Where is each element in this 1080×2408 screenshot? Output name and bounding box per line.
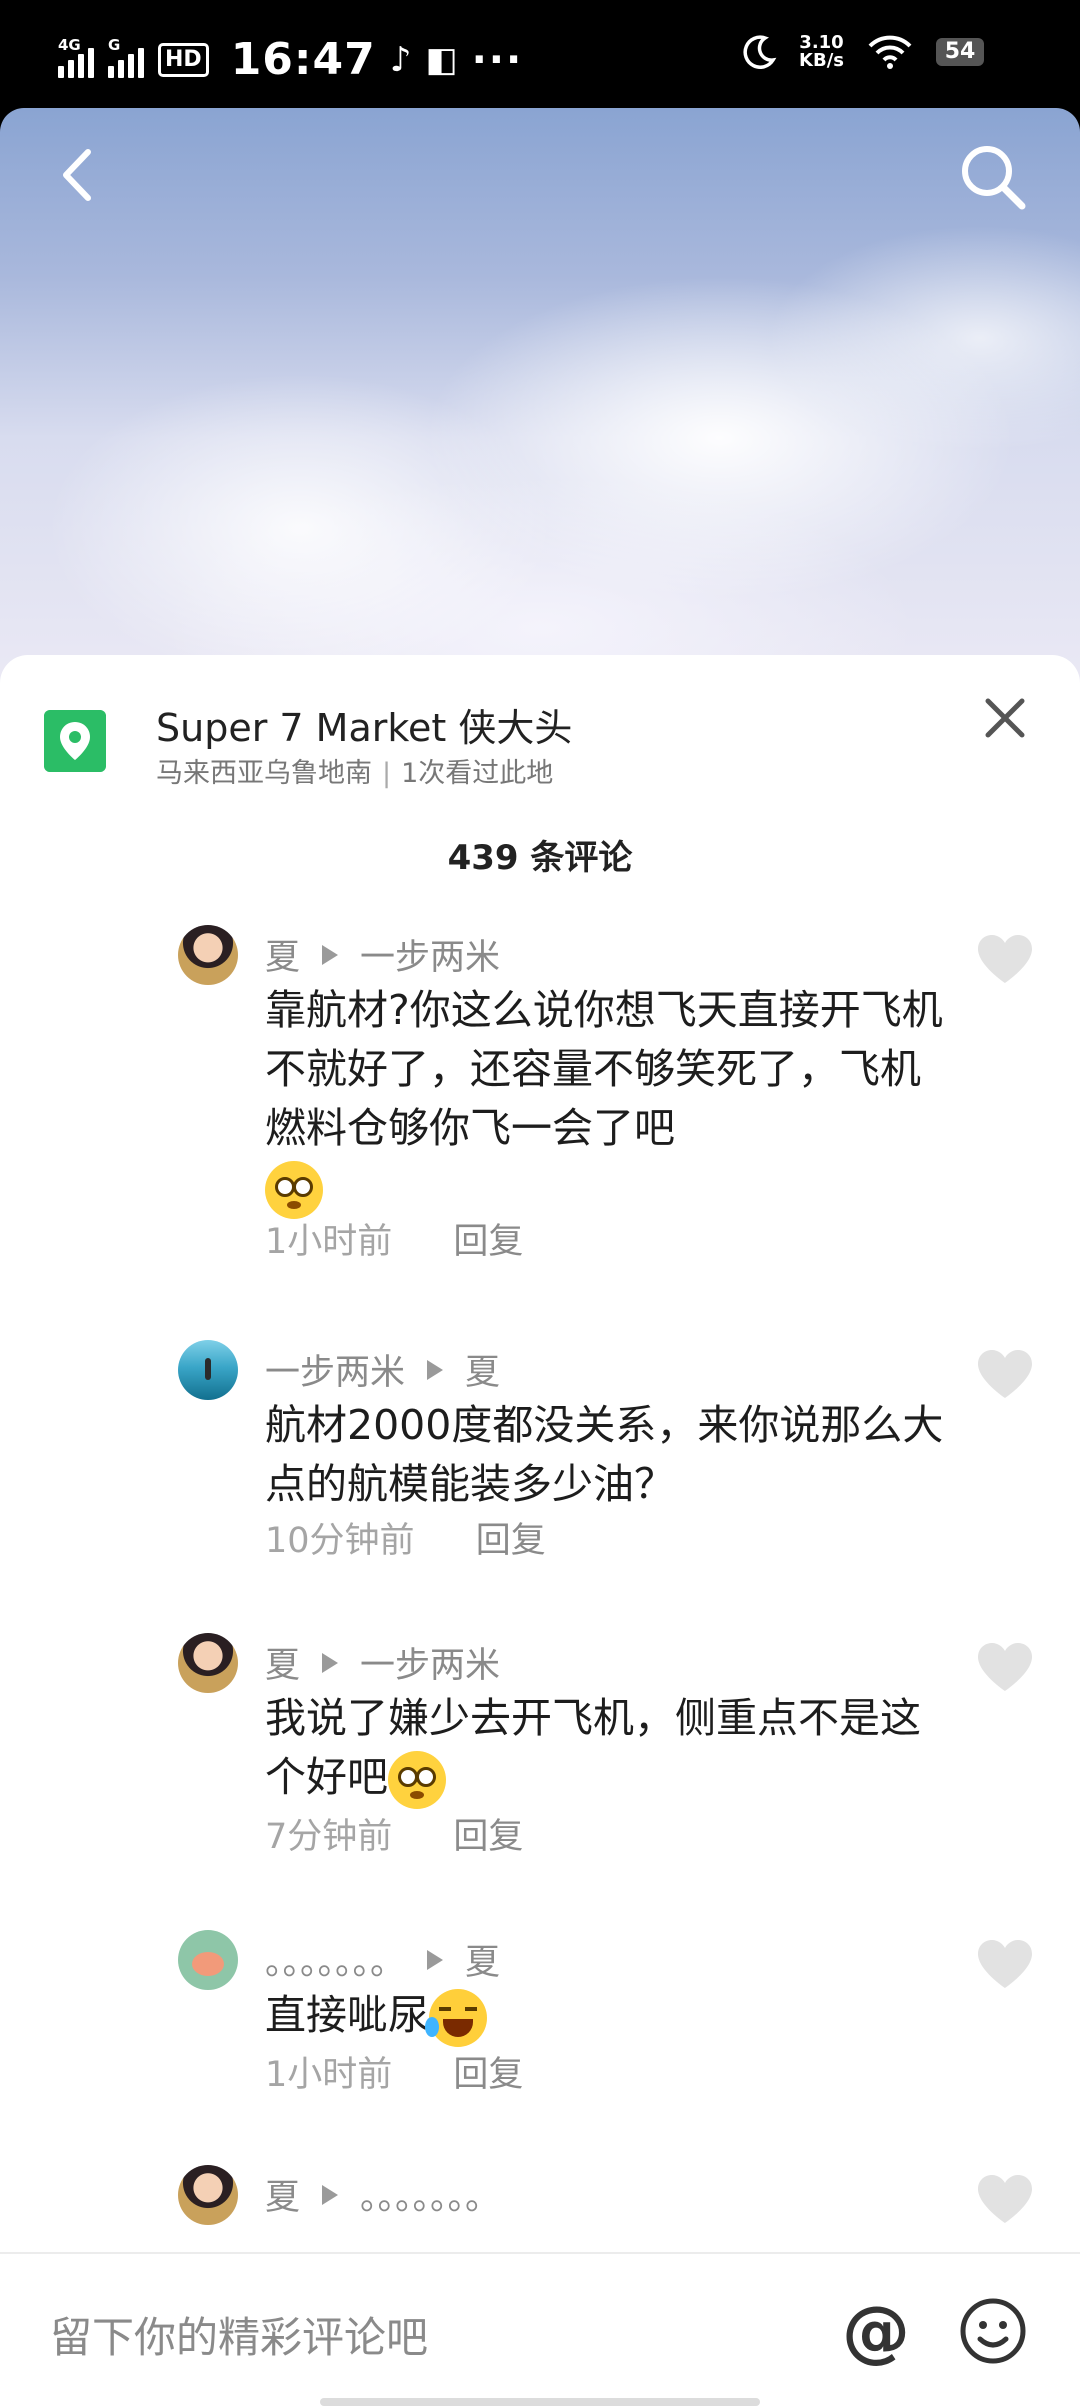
comment-author[interactable]: 夏: [265, 1637, 300, 1688]
avatar[interactable]: [178, 2165, 238, 2225]
comment-text: 直接呲尿: [265, 1986, 955, 2047]
comment-authors: 。。。。。。。 夏: [265, 1934, 500, 1985]
reply-arrow-icon: [322, 1652, 339, 1673]
hd-icon: HD: [158, 42, 209, 77]
tiktok-icon: ♪: [389, 39, 412, 80]
mention-button[interactable]: @: [838, 2294, 914, 2370]
reply-arrow-icon: [427, 1949, 444, 1970]
comment-authors: 夏 一步两米: [265, 1637, 500, 1688]
comment-reply-to[interactable]: 。。。。。。。: [360, 2169, 500, 2220]
reply-arrow-icon: [427, 1359, 444, 1380]
back-button[interactable]: [50, 140, 110, 210]
comment-time: 1小时前: [265, 2055, 393, 2095]
signal-icon: G: [108, 36, 144, 78]
avatar[interactable]: [178, 925, 238, 985]
comment-meta: 10分钟前 回复: [265, 1512, 546, 1563]
network-type-1: 4G: [58, 35, 81, 54]
comment-text: 我说了嫌少去开飞机，侧重点不是这个好吧: [265, 1689, 955, 1809]
comment-author[interactable]: 夏: [265, 929, 300, 980]
search-button[interactable]: [956, 140, 1030, 214]
comment-text: 靠航材?你这么说你想飞天直接开飞机不就好了，还容量不够笑死了，飞机燃料仓够你飞一…: [265, 981, 955, 1219]
comment-authors: 夏 。。。。。。。: [265, 2169, 500, 2220]
avatar[interactable]: [178, 1340, 238, 1400]
app-icon: ◧: [425, 39, 458, 80]
comment-time: 10分钟前: [265, 1521, 415, 1561]
comment-body: 我说了嫌少去开飞机，侧重点不是这个好吧: [265, 1694, 921, 1801]
comment-meta: 7分钟前 回复: [265, 1808, 523, 1859]
comment-meta: 1小时前 回复: [265, 2046, 523, 2097]
comment-body: 直接呲尿: [265, 1991, 429, 2039]
location-row[interactable]: Super 7 Market 侠大头 马来西亚乌鲁地南 | 1次看过此地: [0, 655, 1080, 795]
comment-body: 靠航材?你这么说你想飞天直接开飞机不就好了，还容量不够笑死了，飞机燃料仓够你飞一…: [265, 986, 943, 1152]
speed-unit: KB/s: [799, 50, 844, 71]
comment-count: 439 条评论: [447, 838, 633, 878]
location-subtitle: 马来西亚乌鲁地南 | 1次看过此地: [156, 751, 553, 790]
smiley-icon[interactable]: [958, 2296, 1028, 2366]
wifi-icon: [868, 35, 912, 69]
comment-time: 7分钟前: [265, 1817, 393, 1857]
comment-reply-to[interactable]: 夏: [465, 1344, 500, 1395]
like-heart-icon[interactable]: [976, 933, 1034, 985]
reply-arrow-icon: [322, 944, 339, 965]
like-heart-icon[interactable]: [976, 2173, 1034, 2225]
comment-sheet: Super 7 Market 侠大头 马来西亚乌鲁地南 | 1次看过此地 439 条…: [0, 655, 1080, 2408]
network-speed: 3.10 KB/s: [799, 34, 844, 70]
network-type-2: G: [108, 35, 121, 54]
location-cover-image: [0, 108, 1080, 708]
battery-icon: 54: [936, 38, 984, 66]
location-region: 马来西亚乌鲁地南: [156, 758, 372, 789]
flushed-emoji-icon: [265, 1161, 323, 1219]
comment-input[interactable]: 留下你的精彩评论吧: [50, 2304, 428, 2365]
location-separator: |: [382, 758, 392, 789]
location-views: 1次看过此地: [401, 758, 554, 789]
more-dots-icon: ···: [471, 36, 524, 83]
comment-author[interactable]: 夏: [265, 2169, 300, 2220]
reply-arrow-icon: [322, 2184, 339, 2205]
flushed-emoji-icon: [388, 1751, 446, 1809]
comment-reply-to[interactable]: 一步两米: [360, 929, 500, 980]
avatar[interactable]: [178, 1930, 238, 1990]
rolling-laughing-emoji-icon: [425, 1989, 487, 2047]
status-left: 4G G HD 16:47 ♪ ◧ ···: [58, 34, 523, 85]
reply-button[interactable]: 回复: [476, 1521, 546, 1561]
avatar[interactable]: [178, 1633, 238, 1693]
signal-icon: 4G: [58, 36, 94, 78]
status-right: 3.10 KB/s 54: [741, 34, 984, 70]
moon-icon: [743, 35, 777, 69]
comment-time: 1小时前: [265, 1222, 393, 1262]
clock: 16:47: [230, 34, 376, 85]
comment-meta: 1小时前 回复: [265, 1213, 523, 1264]
comment-reply-to[interactable]: 一步两米: [360, 1637, 500, 1688]
comment-input-bar: 留下你的精彩评论吧 @: [0, 2252, 1080, 2408]
close-button[interactable]: [980, 693, 1030, 743]
comment-author[interactable]: 一步两米: [265, 1344, 405, 1395]
like-heart-icon[interactable]: [976, 1348, 1034, 1400]
like-heart-icon[interactable]: [976, 1938, 1034, 1990]
reply-button[interactable]: 回复: [453, 1817, 523, 1857]
comment-authors: 夏 一步两米: [265, 929, 500, 980]
location-title: Super 7 Market 侠大头: [156, 706, 573, 750]
like-heart-icon[interactable]: [976, 1641, 1034, 1693]
status-bar: 4G G HD 16:47 ♪ ◧ ··· 3.10 KB/s 54: [0, 0, 1080, 108]
comment-author[interactable]: 。。。。。。。: [265, 1934, 405, 1985]
comment-reply-to[interactable]: 夏: [465, 1934, 500, 1985]
comment-authors: 一步两米 夏: [265, 1344, 500, 1395]
reply-button[interactable]: 回复: [453, 1222, 523, 1262]
home-indicator: [320, 2398, 760, 2406]
comment-text: 航材2000度都没关系，来你说那么大点的航模能装多少油？: [265, 1401, 944, 1508]
reply-button[interactable]: 回复: [453, 2055, 523, 2095]
screen: 4G G HD 16:47 ♪ ◧ ··· 3.10 KB/s 54 Super…: [0, 0, 1080, 2408]
location-pin-icon: [44, 710, 106, 772]
